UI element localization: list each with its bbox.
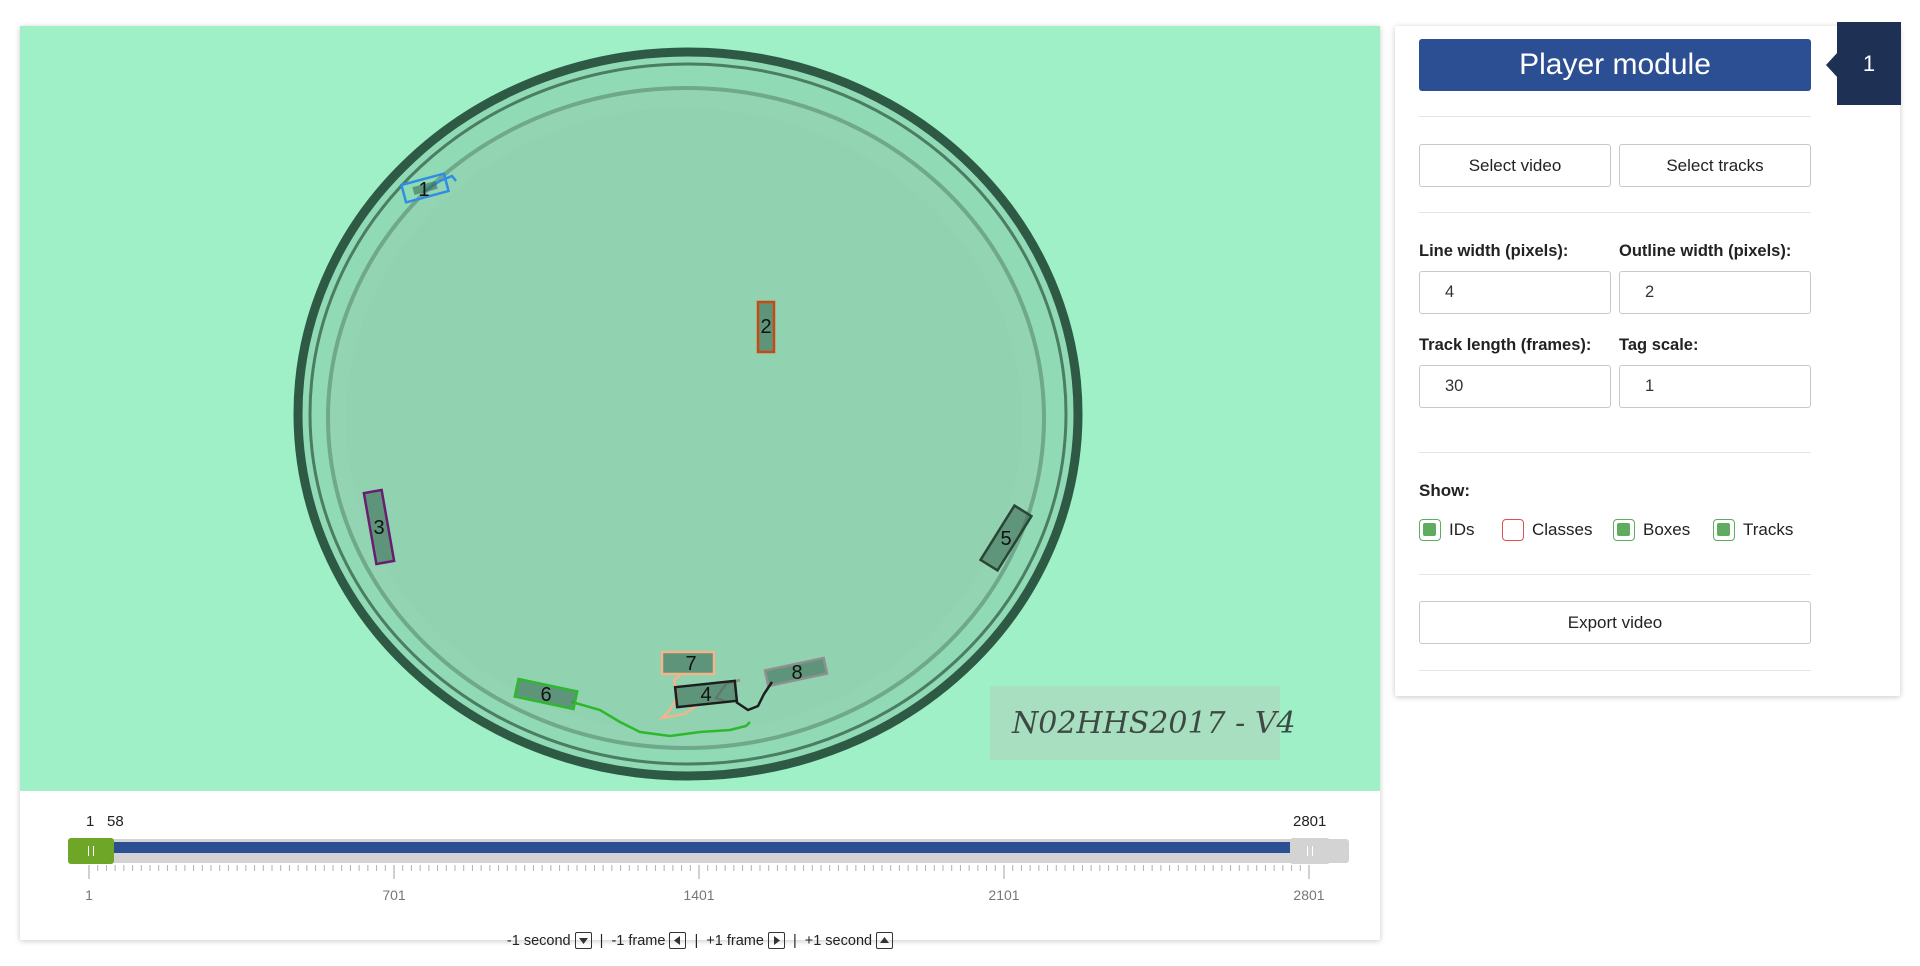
tick-label: 2101 — [988, 887, 1020, 903]
plus-second-button[interactable]: +1 second — [804, 932, 894, 949]
track-label-1: 1 — [418, 179, 429, 201]
tick-label: 2801 — [1293, 887, 1325, 903]
paper-label-text: N02HHS2017 - V4 — [1011, 706, 1296, 741]
video-player-card: 1 2 3 5 6 7 8 4 N02HHS2017 - V4 1 58 280… — [20, 26, 1380, 949]
track-length-input[interactable] — [1419, 365, 1611, 408]
caret-up-icon — [876, 932, 894, 949]
select-video-button[interactable]: Select video — [1419, 144, 1611, 187]
tag-scale-label: Tag scale: — [1619, 336, 1699, 354]
paper-label: N02HHS2017 - V4 — [990, 686, 1296, 760]
outline-width-input[interactable] — [1619, 271, 1811, 314]
track-label-3: 3 — [373, 517, 384, 539]
divider — [1419, 212, 1811, 213]
show-label: Show: — [1419, 481, 1470, 500]
checkbox-checked-icon — [1419, 519, 1441, 541]
show-classes-checkbox[interactable]: Classes — [1502, 519, 1592, 541]
select-tracks-button[interactable]: Select tracks — [1619, 144, 1811, 187]
slider-handle-max[interactable] — [1290, 838, 1330, 864]
slider-min-label: 1 — [86, 813, 95, 830]
video-frame[interactable]: 1 2 3 5 6 7 8 4 N02HHS2017 - V4 — [20, 26, 1380, 791]
slider-handle-current[interactable] — [68, 838, 114, 864]
step-badge: 1 — [1837, 22, 1901, 105]
minus-second-label: -1 second — [506, 932, 571, 949]
tag-scale-input[interactable] — [1619, 365, 1811, 408]
show-ids-checkbox[interactable]: IDs — [1419, 519, 1475, 541]
show-classes-label: Classes — [1532, 520, 1593, 539]
track-label-8: 8 — [791, 662, 802, 684]
player-module-panel: Player module Select video Select tracks… — [1395, 26, 1900, 696]
checkbox-checked-icon — [1613, 519, 1635, 541]
plus-frame-button[interactable]: +1 frame — [706, 932, 785, 949]
caret-right-icon — [767, 932, 785, 949]
video-canvas: 1 2 3 5 6 7 8 4 N02HHS2017 - V4 — [20, 26, 1380, 791]
outline-width-label: Outline width (pixels): — [1619, 242, 1792, 260]
track-label-7: 7 — [685, 653, 696, 675]
separator: | — [599, 932, 604, 949]
divider — [1419, 452, 1811, 453]
plus-frame-label: +1 frame — [706, 932, 764, 949]
frame-navigation: -1 second | -1 frame | +1 frame | +1 sec… — [20, 932, 1380, 949]
minus-frame-label: -1 frame — [611, 932, 666, 949]
separator: | — [694, 932, 699, 949]
divider — [1419, 116, 1811, 117]
checkbox-checked-icon — [1713, 519, 1735, 541]
export-video-button[interactable]: Export video — [1419, 601, 1811, 644]
slider-ticks — [88, 865, 1310, 879]
show-tracks-label: Tracks — [1743, 520, 1794, 539]
show-ids-label: IDs — [1449, 520, 1475, 539]
minus-frame-button[interactable]: -1 frame — [611, 932, 687, 949]
divider — [1419, 670, 1811, 671]
track-2: 2 — [756, 300, 776, 354]
show-tracks-checkbox[interactable]: Tracks — [1713, 519, 1793, 541]
caret-left-icon — [669, 932, 687, 949]
separator: | — [792, 932, 797, 949]
grip-icon — [1307, 846, 1313, 856]
show-boxes-label: Boxes — [1643, 520, 1691, 539]
slider-current-label: 58 — [107, 813, 124, 830]
grip-icon — [88, 846, 94, 856]
line-width-input[interactable] — [1419, 271, 1611, 314]
plus-second-label: +1 second — [804, 932, 873, 949]
frame-slider-area: 1 58 2801 1 701 1401 2101 2801 -1 second… — [20, 791, 1380, 949]
tick-label: 1401 — [683, 887, 715, 903]
slider-range-bar[interactable] — [110, 842, 1313, 853]
minus-second-button[interactable]: -1 second — [507, 932, 592, 949]
divider — [1419, 574, 1811, 575]
tick-label: 701 — [382, 887, 406, 903]
track-label-4: 4 — [700, 684, 711, 706]
track-label-2: 2 — [760, 316, 771, 338]
track-label-5: 5 — [1000, 528, 1011, 550]
caret-down-icon — [574, 932, 592, 949]
line-width-label: Line width (pixels): — [1419, 242, 1569, 260]
track-length-label: Track length (frames): — [1419, 336, 1592, 354]
checkbox-unchecked-icon — [1502, 519, 1524, 541]
show-boxes-checkbox[interactable]: Boxes — [1613, 519, 1690, 541]
tick-label: 1 — [85, 887, 93, 903]
module-title: Player module — [1419, 39, 1811, 91]
track-label-6: 6 — [540, 684, 551, 706]
slider-max-label: 2801 — [1293, 813, 1327, 830]
